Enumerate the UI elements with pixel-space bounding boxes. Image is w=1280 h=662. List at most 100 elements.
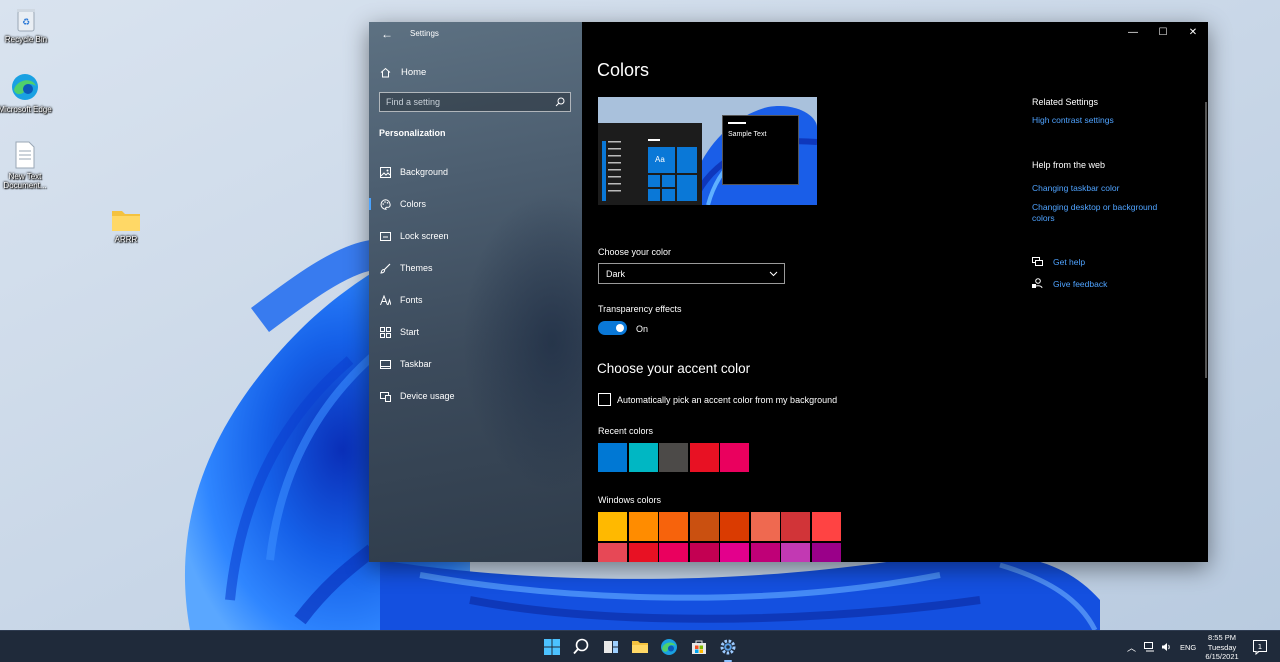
desktop-icon-folder[interactable]: ARRR <box>99 208 153 244</box>
color-swatch[interactable] <box>720 543 749 562</box>
find-setting-search[interactable] <box>379 92 571 112</box>
get-help-row[interactable]: Get help <box>1032 257 1085 267</box>
title-bar[interactable]: ← Settings <box>369 22 582 46</box>
network-icon[interactable] <box>1144 642 1155 652</box>
color-swatch[interactable] <box>720 443 749 472</box>
get-help-link[interactable]: Get help <box>1053 257 1085 267</box>
content-scrollbar[interactable] <box>1205 102 1207 378</box>
desktop-icon-label: ARRR <box>114 235 138 244</box>
minimize-icon[interactable]: — <box>1118 22 1148 44</box>
font-icon <box>380 294 391 305</box>
file-explorer-icon[interactable] <box>630 637 650 657</box>
chevron-up-icon[interactable]: ︿ <box>1127 641 1136 654</box>
sidebar-item-colors[interactable]: Colors <box>369 192 582 216</box>
auto-accent-label: Automatically pick an accent color from … <box>617 395 838 405</box>
color-swatch[interactable] <box>659 543 688 562</box>
color-swatch[interactable] <box>811 543 841 562</box>
window-caption-buttons: — ☐ ✕ <box>1118 22 1208 46</box>
sidebar-item-taskbar[interactable]: Taskbar <box>369 352 582 376</box>
color-swatch[interactable] <box>598 443 627 472</box>
volume-icon[interactable] <box>1161 642 1172 652</box>
page-title: Colors <box>597 60 650 80</box>
settings-sidebar: ← Settings Home Personalization Backgrou… <box>369 22 582 562</box>
folder-icon <box>111 208 141 232</box>
window-title: Settings <box>410 29 439 38</box>
sidebar-item-start[interactable]: Start <box>369 320 582 344</box>
edge-icon[interactable] <box>659 637 679 657</box>
lock-screen-icon <box>380 231 391 241</box>
sidebar-item-lock-screen[interactable]: Lock screen <box>369 224 582 248</box>
sidebar-item-label: Themes <box>400 263 433 273</box>
transparency-toggle[interactable] <box>598 321 627 335</box>
task-view-icon[interactable] <box>601 637 621 657</box>
back-arrow-icon[interactable]: ← <box>379 26 395 42</box>
brush-icon <box>380 263 391 274</box>
link-changing-desktop-colors[interactable]: Changing desktop or background colors <box>1032 202 1177 224</box>
color-swatch[interactable] <box>689 443 719 472</box>
color-swatch[interactable] <box>750 512 780 541</box>
sidebar-item-themes[interactable]: Themes <box>369 256 582 280</box>
give-feedback-link[interactable]: Give feedback <box>1053 279 1107 289</box>
give-feedback-row[interactable]: Give feedback <box>1032 278 1107 289</box>
sidebar-item-fonts[interactable]: Fonts <box>369 288 582 312</box>
section-heading: Personalization <box>379 128 446 138</box>
color-swatch[interactable] <box>689 512 719 541</box>
sidebar-item-label: Colors <box>400 199 427 209</box>
color-swatch[interactable] <box>720 512 749 541</box>
chevron-down-icon <box>769 271 778 277</box>
windows-colors-label: Windows colors <box>598 495 662 505</box>
color-swatch[interactable] <box>689 543 719 562</box>
color-swatch[interactable] <box>781 512 810 541</box>
settings-gear-icon[interactable] <box>718 637 738 662</box>
color-swatch[interactable] <box>781 543 810 562</box>
desktop-icon-recycle-bin[interactable]: ♻ Recycle Bin <box>0 6 53 44</box>
edge-icon <box>10 72 40 102</box>
clock-date: 6/15/2021 <box>1205 652 1239 661</box>
sidebar-item-label: Start <box>400 327 420 337</box>
palette-icon <box>380 198 391 210</box>
start-grid-icon <box>380 326 391 338</box>
clock[interactable]: 8:55 PM Tuesday 6/15/2021 <box>1199 633 1245 662</box>
store-icon[interactable] <box>689 637 709 657</box>
search-icon[interactable] <box>571 637 591 657</box>
color-swatch[interactable] <box>659 443 688 472</box>
preview-window: Sample Text <box>722 115 799 185</box>
color-swatch[interactable] <box>628 512 658 541</box>
color-swatch[interactable] <box>659 512 688 541</box>
clock-time: 8:55 PM <box>1208 633 1236 642</box>
choose-color-dropdown[interactable]: Dark <box>598 263 785 284</box>
transparency-label: Transparency effects <box>598 304 682 314</box>
color-swatch[interactable] <box>598 512 627 541</box>
svg-text:1: 1 <box>1258 643 1262 651</box>
text-document-icon <box>14 141 36 169</box>
sidebar-item-label: Background <box>400 167 449 177</box>
notification-icon[interactable]: 1 <box>1252 639 1268 656</box>
search-icon[interactable] <box>555 97 565 107</box>
maximize-icon[interactable]: ☐ <box>1148 22 1178 44</box>
link-high-contrast[interactable]: High contrast settings <box>1032 115 1182 126</box>
link-changing-taskbar-color[interactable]: Changing taskbar color <box>1032 183 1182 194</box>
language-indicator[interactable]: ENG <box>1180 643 1196 652</box>
close-icon[interactable]: ✕ <box>1178 22 1208 44</box>
accent-heading: Choose your accent color <box>597 361 751 376</box>
windows-start-icon[interactable] <box>542 637 562 657</box>
search-input[interactable] <box>386 95 546 109</box>
color-swatch[interactable] <box>628 543 658 562</box>
help-heading: Help from the web <box>1032 160 1106 170</box>
sidebar-item-background[interactable]: Background <box>369 160 582 184</box>
preview-tile-text: Aa <box>655 155 665 164</box>
nav-home[interactable]: Home <box>380 64 426 80</box>
color-swatch[interactable] <box>750 543 780 562</box>
svg-text:♻: ♻ <box>22 18 30 28</box>
sidebar-item-device-usage[interactable]: Device usage <box>369 384 582 408</box>
color-swatch[interactable] <box>811 512 841 541</box>
feedback-icon <box>1032 278 1043 289</box>
related-settings-heading: Related Settings <box>1032 97 1099 107</box>
color-swatch[interactable] <box>598 543 627 562</box>
auto-accent-checkbox[interactable] <box>598 393 611 406</box>
color-swatch[interactable] <box>628 443 658 472</box>
chat-help-icon <box>1032 257 1043 266</box>
desktop-icon-text-document[interactable]: New Text Document... <box>0 141 52 190</box>
desktop-icon-edge[interactable]: Microsoft Edge <box>0 72 52 114</box>
preview-start-menu: Aa <box>598 123 702 205</box>
